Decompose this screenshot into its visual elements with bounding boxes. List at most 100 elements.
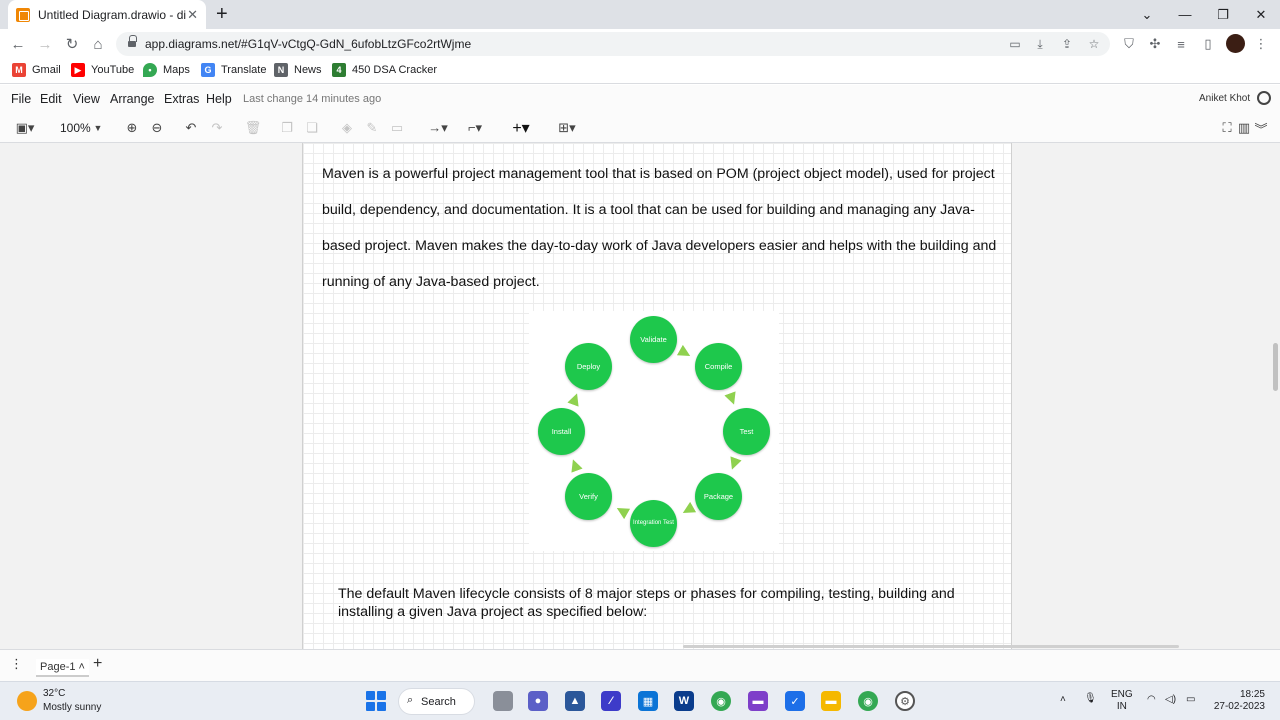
maven-lifecycle-image[interactable]: Validate Compile Test Package Integratio…	[529, 311, 779, 551]
zoom-dropdown-icon[interactable]: ▼	[93, 120, 103, 136]
close-window-button[interactable]: ✕	[1242, 0, 1280, 29]
chrome-icon[interactable]: ◉	[711, 691, 731, 711]
settings-gear-icon[interactable]: ⚙	[895, 691, 915, 711]
last-change-status[interactable]: Last change 14 minutes ago	[243, 93, 381, 105]
battery-icon[interactable]: ▭	[1186, 694, 1195, 706]
tab-search-chevron-icon[interactable]: ⌄	[1128, 0, 1166, 29]
show-hidden-icons-chevron-icon[interactable]: ˄	[1060, 694, 1066, 706]
clipchamp-icon[interactable]: ▬	[748, 691, 768, 711]
reload-button[interactable]: ↻	[62, 34, 82, 54]
menu-help[interactable]: Help	[206, 92, 232, 106]
connection-style-icon[interactable]: →▾	[424, 120, 452, 136]
menu-arrange[interactable]: Arrange	[110, 92, 154, 106]
redo-icon[interactable]: ↷	[209, 120, 225, 136]
store-icon[interactable]: ▦	[638, 691, 658, 711]
task-view-icon[interactable]	[493, 691, 513, 711]
browser-tab[interactable]: Untitled Diagram.drawio - diagra ✕	[8, 0, 206, 29]
shadow-icon[interactable]: ▭	[389, 120, 405, 136]
back-button[interactable]: ←	[8, 34, 28, 54]
maven-description-text[interactable]: Maven is a powerful project management t…	[322, 156, 1002, 300]
vertical-scrollbar[interactable]	[1273, 343, 1278, 391]
waypoints-icon[interactable]: ⌐▾	[461, 120, 489, 136]
bookmark-star-icon[interactable]: ☆	[1087, 37, 1101, 51]
share-icon[interactable]: ⇪	[1060, 37, 1074, 51]
profile-avatar[interactable]	[1226, 34, 1245, 53]
teams-chat-icon[interactable]: ●	[528, 691, 548, 711]
insert-plus-icon[interactable]: +▾	[507, 120, 535, 137]
visual-studio-icon[interactable]: ⁄	[601, 691, 621, 711]
shield-extension-icon[interactable]: ⛉	[1121, 36, 1137, 52]
file-explorer-icon[interactable]: ▬	[821, 691, 841, 711]
new-tab-button[interactable]: +	[216, 4, 228, 24]
lifecycle-description-text[interactable]: The default Maven lifecycle consists of …	[338, 585, 998, 621]
add-page-button[interactable]: +	[93, 655, 102, 673]
bookmark-label: 450 DSA Cracker	[352, 64, 437, 76]
delete-icon[interactable]: 🗑	[245, 120, 262, 136]
cast-icon[interactable]: ▭	[1008, 37, 1022, 51]
chrome-menu-icon[interactable]: ⋮	[1253, 36, 1269, 52]
bookmark-gmail[interactable]: M Gmail	[12, 63, 61, 77]
undo-icon[interactable]: ↶	[183, 120, 199, 136]
format-panel-icon[interactable]: ▥	[1237, 120, 1251, 136]
zoom-in-icon[interactable]: ⊕	[124, 120, 140, 136]
microphone-icon[interactable]: 🎙	[1084, 693, 1097, 705]
home-button[interactable]: ⌂	[88, 34, 108, 54]
menu-edit[interactable]: Edit	[40, 92, 62, 106]
horizontal-scrollbar[interactable]	[683, 645, 1179, 648]
zoom-level[interactable]: 100%	[60, 121, 91, 135]
pages-menu-icon[interactable]: ⋮	[10, 656, 23, 672]
webex-icon[interactable]: W	[674, 691, 694, 711]
minimize-button[interactable]: —	[1166, 0, 1204, 29]
clock[interactable]: 18:25 27-02-2023	[1211, 689, 1265, 713]
address-bar[interactable]: app.diagrams.net/#G1qV-vCtgQ-GdN_6ufobLt…	[116, 32, 1110, 56]
zoom-out-icon[interactable]: ⊖	[149, 120, 165, 136]
diagram-page[interactable]: Maven is a powerful project management t…	[302, 143, 1179, 649]
weather-temperature[interactable]: 32°C	[43, 688, 65, 699]
user-name[interactable]: Aniket Khot	[1199, 93, 1250, 104]
taskbar-search[interactable]: ⌕ Search	[398, 688, 475, 715]
install-app-icon[interactable]: ⤓	[1033, 37, 1047, 51]
bookmark-translate[interactable]: G Translate	[201, 63, 266, 77]
lifecycle-arrow-icon	[614, 503, 630, 519]
menu-view[interactable]: View	[73, 92, 100, 106]
table-icon[interactable]: ⊞▾	[553, 120, 581, 136]
forward-button[interactable]: →	[35, 34, 55, 54]
wifi-icon[interactable]: ◠	[1147, 694, 1156, 706]
bookmark-youtube[interactable]: ▶ YouTube	[71, 63, 134, 77]
diagram-canvas[interactable]: Maven is a powerful project management t…	[0, 143, 1280, 649]
phase-validate: Validate	[630, 316, 677, 363]
bookmark-news[interactable]: N News	[274, 63, 322, 77]
bookmark-label: Maps	[163, 64, 190, 76]
format-panel-toggle-icon[interactable]: ▣▾	[10, 120, 40, 136]
bookmark-maps[interactable]: • Maps	[143, 63, 190, 77]
windows-start-icon[interactable]	[366, 691, 386, 711]
phase-integration-test: Integration Test	[630, 500, 677, 547]
photos-icon[interactable]: ▲	[565, 691, 585, 711]
weather-condition[interactable]: Mostly sunny	[43, 702, 101, 713]
line-color-icon[interactable]: ✎	[364, 120, 380, 136]
to-back-icon[interactable]: ❏	[304, 120, 320, 136]
restore-button[interactable]: ❐	[1204, 0, 1242, 29]
chrome-active-icon[interactable]: ◉	[858, 691, 878, 711]
bookmark-dsa-cracker[interactable]: 4 450 DSA Cracker	[332, 63, 437, 77]
fullscreen-icon[interactable]: ⛶	[1220, 120, 1234, 136]
menu-file[interactable]: File	[11, 92, 31, 106]
to-front-icon[interactable]: ❐	[279, 120, 295, 136]
drawio-menubar: File Edit View Arrange Extras Help Last …	[0, 85, 1280, 113]
collapse-chevron-icon[interactable]: ︾	[1254, 120, 1268, 137]
page-tab-page-1[interactable]: Page-1 ˄	[36, 659, 89, 677]
lifecycle-arrow-icon	[680, 502, 696, 518]
side-panel-icon[interactable]: ▯	[1200, 36, 1216, 52]
close-tab-icon[interactable]: ✕	[187, 7, 198, 23]
lock-icon[interactable]	[128, 35, 137, 48]
reading-list-icon[interactable]: ≡	[1173, 36, 1189, 52]
theme-sun-icon[interactable]	[1257, 91, 1271, 105]
weather-sun-icon[interactable]	[17, 691, 37, 711]
todo-icon[interactable]: ✓	[785, 691, 805, 711]
url-text[interactable]: app.diagrams.net/#G1qV-vCtgQ-GdN_6ufobLt…	[145, 37, 471, 51]
volume-icon[interactable]: ◁)	[1165, 694, 1176, 706]
language-indicator[interactable]: ENG IN	[1111, 689, 1133, 713]
extensions-puzzle-icon[interactable]: ✣	[1147, 36, 1163, 52]
fill-color-icon[interactable]: ◈	[339, 120, 355, 136]
menu-extras[interactable]: Extras	[164, 92, 199, 106]
